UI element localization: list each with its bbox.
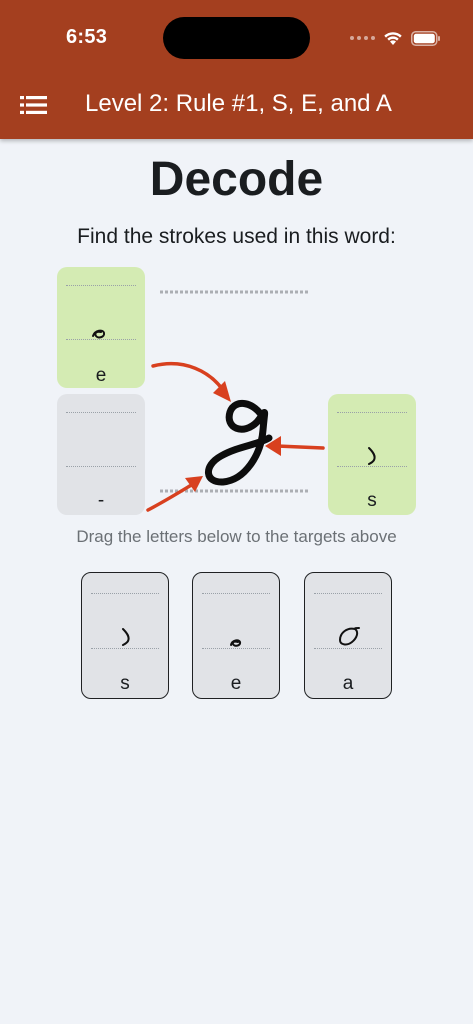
target-label: -: [97, 490, 105, 511]
page-title: Decode: [149, 153, 324, 206]
wifi-icon: [384, 32, 402, 45]
app-bar: 6:53 Level 2: Rule #1, S, E, and A: [0, 0, 473, 139]
cellular-signal-icon: [350, 36, 375, 40]
status-time: 6:53: [66, 26, 108, 48]
stroke-e-glyph: [92, 329, 106, 339]
stroke-s-glyph: [368, 447, 376, 465]
tile-label: e: [230, 673, 242, 694]
target-slot-3[interactable]: s: [328, 394, 416, 515]
status-icons: [350, 28, 441, 48]
stroke-a-glyph: [338, 627, 360, 646]
letter-tile-s[interactable]: s: [81, 572, 169, 699]
list-menu-icon[interactable]: [20, 94, 48, 116]
target-label: e: [95, 365, 107, 386]
stroke-e-glyph: [230, 639, 242, 647]
arrow-icon: [146, 361, 325, 512]
target-slot-1[interactable]: e: [57, 267, 145, 388]
handwritten-word: [146, 290, 325, 512]
instruction-text: Find the strokes used in this word:: [77, 225, 396, 248]
target-slot-2[interactable]: -: [57, 394, 145, 515]
letter-tile-e[interactable]: e: [192, 572, 280, 699]
target-label: s: [367, 490, 377, 511]
tile-label: s: [120, 673, 130, 694]
app-bar-title: Level 2: Rule #1, S, E, and A: [85, 90, 392, 117]
tile-label: a: [342, 673, 354, 694]
battery-icon: [411, 30, 440, 46]
dynamic-island: [163, 17, 310, 59]
drag-hint-text: Drag the letters below to the targets ab…: [76, 527, 397, 546]
stroke-s-glyph: [122, 628, 130, 646]
letter-tile-a[interactable]: a: [304, 572, 392, 699]
